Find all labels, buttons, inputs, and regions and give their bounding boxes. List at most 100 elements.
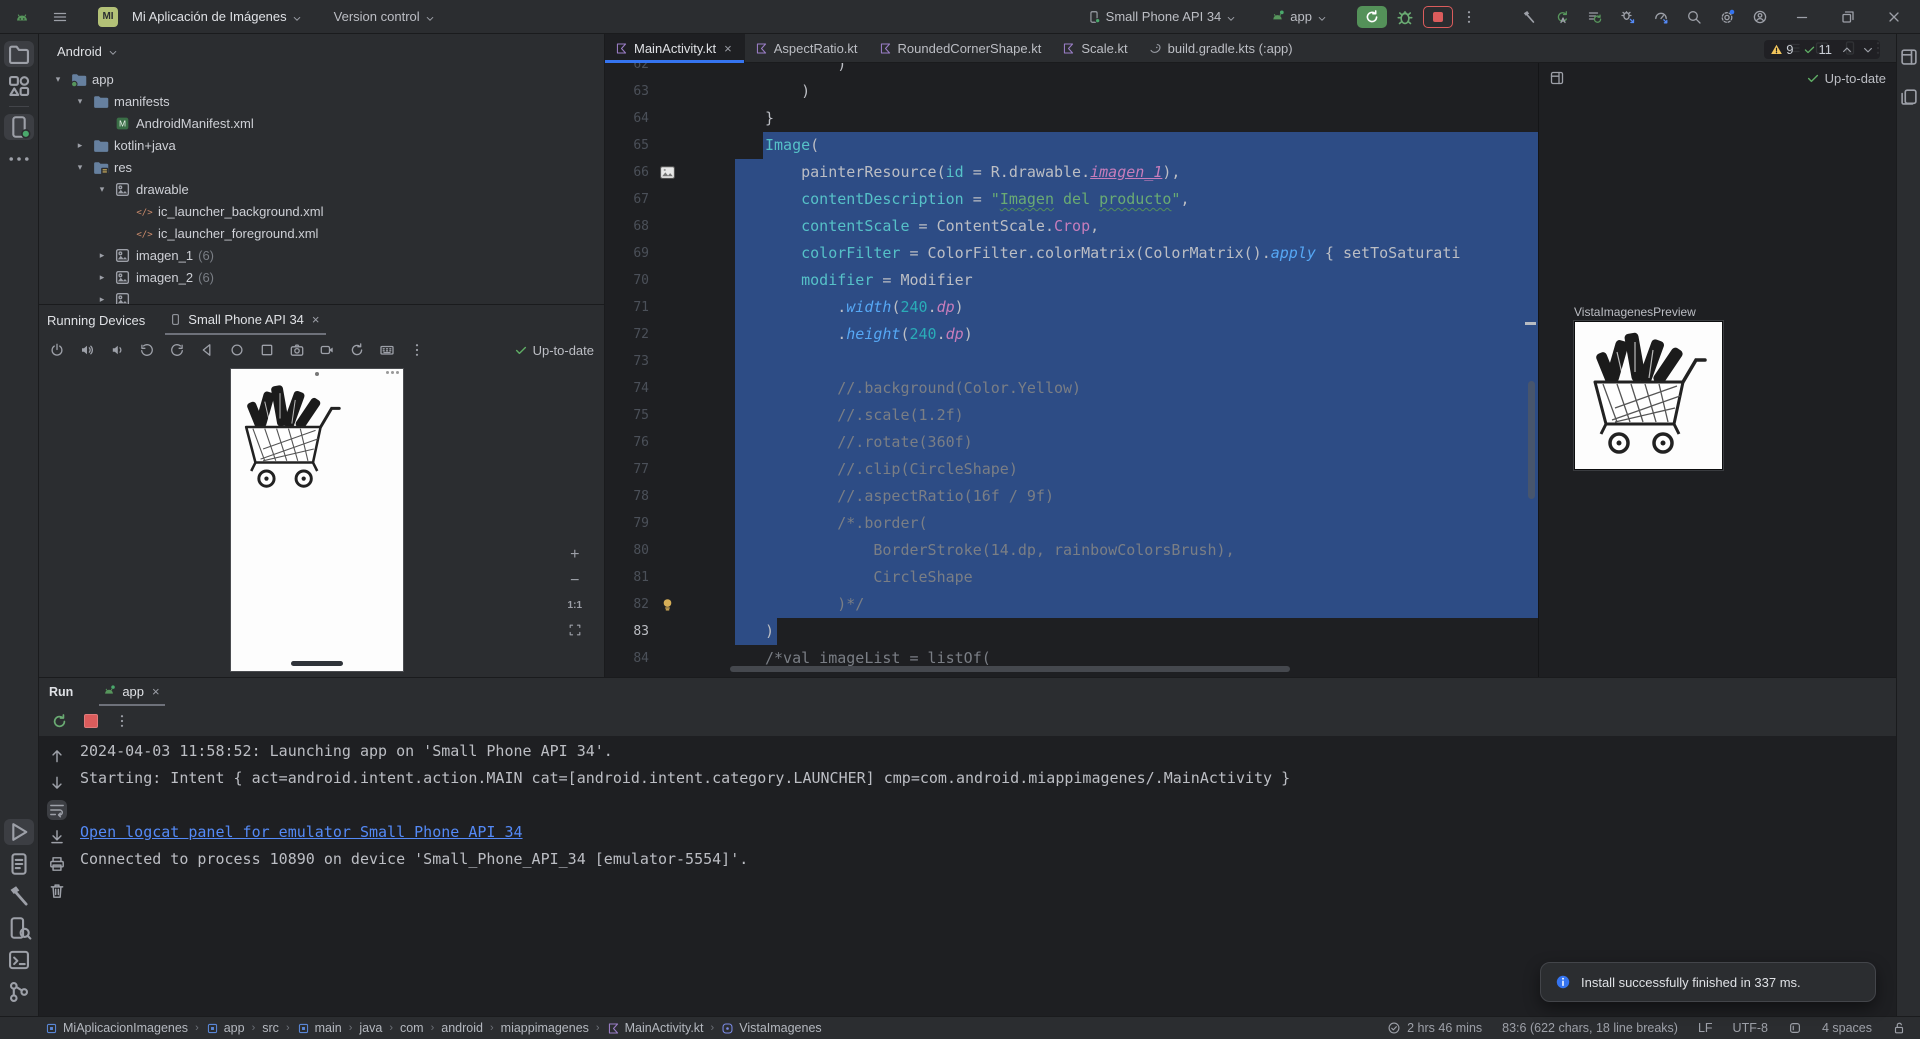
home-icon[interactable] [229, 342, 245, 358]
breadcrumb-item-main[interactable]: main [297, 1021, 342, 1035]
tree-item-androidmanifest-xml[interactable]: MAndroidManifest.xml [39, 112, 604, 134]
breadcrumb-item-app[interactable]: app [206, 1021, 245, 1035]
main-menu-icon[interactable] [52, 9, 68, 25]
restore-icon[interactable] [1840, 9, 1856, 25]
breadcrumb-item-java[interactable]: java [359, 1021, 382, 1035]
zoom-in-button[interactable]: + [570, 548, 579, 562]
kotlin-icon[interactable] [1062, 42, 1075, 55]
code-line-79[interactable]: 79 /*.border( [605, 510, 1538, 537]
run-tool-icon[interactable] [4, 819, 34, 845]
version-control-icon[interactable] [4, 979, 34, 1005]
more-actions-icon[interactable] [1461, 9, 1477, 25]
readonly-icon[interactable] [1788, 1021, 1802, 1035]
bulb-icon[interactable] [659, 596, 676, 613]
close-tab-icon[interactable]: × [722, 41, 734, 56]
code-line-69[interactable]: 69 colorFilter = ColorFilter.colorMatrix… [605, 240, 1538, 267]
code-line-64[interactable]: 64} [605, 105, 1538, 132]
chevron-expanded-icon[interactable]: ▾ [73, 162, 87, 173]
xml-icon[interactable]: </> [136, 225, 153, 242]
breadcrumb-item-src[interactable]: src [262, 1021, 279, 1035]
overview-icon[interactable] [259, 342, 275, 358]
manifest-icon[interactable]: M [114, 115, 131, 132]
imgfile-icon[interactable] [114, 291, 131, 305]
resource-manager-icon[interactable] [4, 73, 34, 99]
kotlin-icon[interactable] [615, 42, 628, 55]
status-widget-2-hrs-46-mins[interactable]: 2 hrs 46 mins [1387, 1021, 1482, 1035]
back-icon[interactable] [199, 342, 215, 358]
gradle-icon[interactable] [1149, 42, 1162, 55]
folder-icon[interactable] [92, 137, 109, 154]
sync-icon[interactable] [1587, 9, 1603, 25]
kotlin-icon[interactable] [879, 42, 892, 55]
tree-item-manifests[interactable]: ▾manifests [39, 90, 604, 112]
account-icon[interactable] [1752, 9, 1768, 25]
code-line-78[interactable]: 78 //.aspectRatio(16f / 9f) [605, 483, 1538, 510]
vcs-menu[interactable]: Version control [328, 5, 441, 28]
virtual-keyboard-icon[interactable] [379, 342, 395, 358]
rotate-left-icon[interactable] [139, 342, 155, 358]
layout-windows-icon[interactable] [1899, 45, 1919, 69]
code-line-67[interactable]: 67 contentDescription = "Imagen del prod… [605, 186, 1538, 213]
scroll-to-end-icon[interactable] [47, 827, 67, 847]
module-icon[interactable] [206, 1022, 219, 1035]
more-icon[interactable] [114, 713, 130, 729]
chevron-collapsed-icon[interactable]: ▸ [95, 272, 109, 283]
code-editor[interactable]: 62 )63 )64}65Image(66 painterResource(id… [605, 63, 1538, 677]
more-h-icon[interactable] [4, 146, 34, 172]
close-icon[interactable]: × [150, 684, 162, 699]
code-line-73[interactable]: 73 [605, 348, 1538, 375]
status-widget-utf-8[interactable]: UTF-8 [1733, 1021, 1768, 1035]
editor-tab-scale-kt[interactable]: Scale.kt [1052, 34, 1138, 62]
code-line-62[interactable]: 62 ) [605, 63, 1538, 78]
xml-icon[interactable]: </> [136, 203, 153, 220]
close-icon[interactable]: × [310, 312, 322, 327]
preview-layout-icon[interactable] [1549, 70, 1565, 86]
function-icon[interactable] [721, 1022, 734, 1035]
minimize-icon[interactable] [1794, 9, 1810, 25]
code-line-63[interactable]: 63 ) [605, 78, 1538, 105]
emulator-screen[interactable] [230, 368, 404, 672]
breadcrumb-item-miappimagenes[interactable]: miappimagenes [501, 1021, 589, 1035]
zoom-out-button[interactable]: − [570, 574, 579, 588]
editor-tab-roundedcornershape-kt[interactable]: RoundedCornerShape.kt [869, 34, 1053, 62]
status-widget-4-spaces[interactable]: 4 spaces [1822, 1021, 1872, 1035]
clear-all-icon[interactable] [47, 881, 67, 901]
chevron-expanded-icon[interactable]: ▾ [73, 96, 87, 107]
notification-toast[interactable]: Install successfully finished in 337 ms. [1540, 962, 1876, 1002]
status-widget-unlock-icon[interactable] [1892, 1021, 1906, 1035]
breadcrumb-item-android[interactable]: android [441, 1021, 483, 1035]
editor-tab-build-gradle-kts-app-[interactable]: build.gradle.kts (:app) [1139, 34, 1304, 62]
device-explorer-icon[interactable] [4, 915, 34, 941]
code-line-75[interactable]: 75 //.scale(1.2f) [605, 402, 1538, 429]
zoom-reset-button[interactable]: 1:1 [568, 600, 582, 611]
compose-preview-thumbnail[interactable] [1574, 321, 1723, 470]
tree-item-imagen-2[interactable]: ▸imagen_2(6) [39, 266, 604, 288]
status-widget-83-6-622-chars-18-line-breaks-[interactable]: 83:6 (622 chars, 18 line breaks) [1502, 1021, 1678, 1035]
code-line-77[interactable]: 77 //.clip(CircleShape) [605, 456, 1538, 483]
code-line-70[interactable]: 70 modifier = Modifier [605, 267, 1538, 294]
device-selector[interactable]: Small Phone API 34 [1081, 5, 1243, 28]
chevron-collapsed-icon[interactable]: ▸ [95, 294, 109, 305]
more-icon[interactable] [409, 342, 425, 358]
rerun-app-icon[interactable] [51, 713, 68, 730]
snapshot-icon[interactable] [349, 342, 365, 358]
tree-item-drawable[interactable]: ▾drawable [39, 178, 604, 200]
run-tab-app[interactable]: app × [99, 678, 164, 706]
editor-tab-mainactivity-kt[interactable]: MainActivity.kt× [605, 34, 745, 62]
code-line-65[interactable]: 65Image( [605, 132, 1538, 159]
status-widget-readonly-icon[interactable] [1788, 1021, 1802, 1035]
status-widget-lf[interactable]: LF [1698, 1021, 1713, 1035]
chevron-down-icon[interactable] [108, 46, 118, 56]
soft-wrap-icon[interactable] [47, 800, 67, 820]
module-icon[interactable] [297, 1022, 310, 1035]
build-icon[interactable] [4, 883, 34, 909]
run-config-selector[interactable]: app [1264, 5, 1333, 28]
res-folder-icon[interactable] [92, 159, 109, 176]
rerun-button[interactable] [1357, 6, 1387, 28]
preview-composable-label[interactable]: VistaImagenesPreview [1574, 305, 1696, 319]
apply-changes-icon[interactable] [1554, 9, 1570, 25]
chevron-expanded-icon[interactable]: ▾ [95, 184, 109, 195]
breadcrumb-item-com[interactable]: com [400, 1021, 424, 1035]
copy-pages-icon[interactable] [1899, 85, 1919, 109]
imgfile-icon[interactable] [114, 269, 131, 286]
